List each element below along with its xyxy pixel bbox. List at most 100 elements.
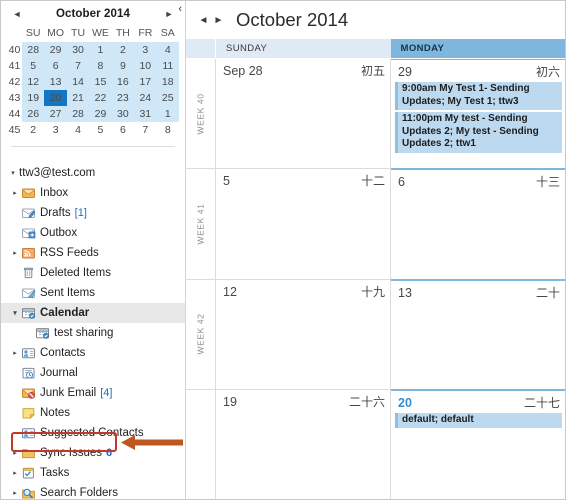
mini-cal-day[interactable]: 5 <box>89 122 112 138</box>
mini-cal-day[interactable]: 4 <box>156 42 179 58</box>
mini-cal-day[interactable]: 29 <box>89 106 112 122</box>
folder-item-contacts[interactable]: ▸ Contacts <box>1 343 185 363</box>
mini-cal-day[interactable]: 7 <box>134 122 157 138</box>
expand-triangle-icon[interactable]: ▸ <box>9 189 21 197</box>
mini-cal-day[interactable]: 29 <box>44 42 67 58</box>
folder-item-inbox[interactable]: ▸ Inbox <box>1 183 185 203</box>
mini-cal-day[interactable]: 20 <box>44 90 67 106</box>
mini-cal-day[interactable]: 30 <box>66 42 90 58</box>
mini-cal-day[interactable]: 6 <box>44 58 67 74</box>
collapse-pane-icon[interactable]: ‹ <box>178 4 182 15</box>
expand-triangle-icon[interactable]: ▾ <box>9 309 21 317</box>
folder-item-sync-issues[interactable]: ▸ Sync Issues 6 <box>1 443 185 463</box>
mini-cal-day[interactable]: 16 <box>111 74 135 90</box>
mini-cal-day[interactable]: 3 <box>134 42 157 58</box>
mini-cal-prev-button[interactable]: ◄ <box>9 6 25 22</box>
expand-triangle-icon[interactable]: ▸ <box>9 449 21 457</box>
expand-spacer-icon: ▸ <box>9 269 21 277</box>
folder-item-search-folders[interactable]: ▸ Search Folders <box>1 483 185 499</box>
calendar-day-cell[interactable]: 6 十三 <box>391 168 565 279</box>
mini-cal-day[interactable]: 30 <box>111 106 135 122</box>
day-cell-header: 19 二十六 <box>216 390 390 411</box>
calendar-day-cell[interactable]: 19 二十六 <box>216 389 391 499</box>
account-node[interactable]: ▾ ttw3@test.com <box>1 163 185 183</box>
mini-cal-day[interactable]: 2 <box>22 122 45 138</box>
lunar-date: 十二 <box>360 174 385 189</box>
mini-cal-day[interactable]: 2 <box>111 42 135 58</box>
mini-cal-day[interactable]: 31 <box>134 106 157 122</box>
mini-cal-day[interactable]: 21 <box>66 90 90 106</box>
calendar-day-cell[interactable]: 5 十二 <box>216 169 391 279</box>
expand-triangle-icon[interactable]: ▸ <box>9 469 21 477</box>
folder-item-drafts[interactable]: ▸ Drafts[1] <box>1 203 185 223</box>
lunar-date: 二十七 <box>523 395 560 410</box>
calendar-day-cell[interactable]: 12 十九 <box>216 279 391 389</box>
mini-cal-day[interactable]: 28 <box>66 106 90 122</box>
appointment-item[interactable]: 9:00am My Test 1- Sending Updates; My Te… <box>395 82 562 110</box>
day-number: 29 <box>398 65 412 79</box>
mini-cal-day[interactable]: 17 <box>134 74 157 90</box>
expand-triangle-icon[interactable]: ▾ <box>7 169 19 177</box>
mini-cal-day[interactable]: 8 <box>156 122 179 138</box>
folder-item-sent-items[interactable]: ▸ Sent Items <box>1 283 185 303</box>
folder-item-tasks[interactable]: ▸ Tasks <box>1 463 185 483</box>
mini-cal-next-button[interactable]: ► <box>161 6 177 22</box>
mini-cal-day[interactable]: 25 <box>156 90 179 106</box>
day-header-monday[interactable]: MONDAY <box>390 39 565 58</box>
expand-triangle-icon[interactable]: ▸ <box>9 249 21 257</box>
mini-cal-day[interactable]: 8 <box>89 58 112 74</box>
appointment-item[interactable]: 11:00pm My test - Sending Updates 2; My … <box>395 112 562 153</box>
mini-cal-day[interactable]: 15 <box>89 74 112 90</box>
folder-item-journal[interactable]: ▸ Journal <box>1 363 185 383</box>
folder-item-rss-feeds[interactable]: ▸ RSS Feeds <box>1 243 185 263</box>
mini-cal-day[interactable]: 6 <box>111 122 135 138</box>
folder-item-outbox[interactable]: ▸ Outbox <box>1 223 185 243</box>
mini-cal-day[interactable]: 11 <box>156 58 179 74</box>
folder-item-label: Drafts <box>40 207 71 219</box>
appointment-item[interactable]: default; default <box>395 412 562 429</box>
mini-cal-week-number: 42 <box>8 76 21 88</box>
folder-item-test-sharing[interactable]: ▸ test sharing <box>1 323 185 343</box>
lunar-date: 二十六 <box>348 394 385 409</box>
mini-cal-day[interactable]: 9 <box>111 58 135 74</box>
mini-cal-day[interactable]: 7 <box>66 58 90 74</box>
mini-cal-day[interactable]: 18 <box>156 74 179 90</box>
folder-item-junk-email[interactable]: ▸ Junk Email[4] <box>1 383 185 403</box>
mini-cal-day[interactable]: 1 <box>89 42 112 58</box>
calendar-day-cell[interactable]: 13 二十 <box>391 278 565 389</box>
calendar-day-headers: SUNDAY MONDAY <box>186 39 565 58</box>
mini-cal-day[interactable]: 22 <box>89 90 112 106</box>
folder-item-calendar[interactable]: ▾ Calendar <box>1 303 185 323</box>
calendar-week-row: WEEK 41 5 十二 6 十三 <box>186 168 565 279</box>
calendar-day-cell[interactable]: Sep 28 初五 <box>216 59 391 169</box>
mini-cal-day[interactable]: 19 <box>22 90 45 106</box>
expand-triangle-icon[interactable]: ▸ <box>9 349 21 357</box>
expand-triangle-icon[interactable]: ▸ <box>9 489 21 497</box>
mini-cal-day[interactable]: 5 <box>22 58 45 74</box>
calendar-prev-button[interactable]: ◄ <box>196 10 211 30</box>
mini-cal-day[interactable]: 3 <box>44 122 67 138</box>
calendar-toolbar: ◄ ► October 2014 <box>186 1 565 39</box>
folder-item-deleted-items[interactable]: ▸ Deleted Items <box>1 263 185 283</box>
mini-cal-day[interactable]: 24 <box>134 90 157 106</box>
calendar-day-cell[interactable]: 29 初六 9:00am My Test 1- Sending Updates; M… <box>391 59 565 169</box>
mini-cal-day[interactable]: 26 <box>22 106 45 122</box>
mini-cal-day[interactable]: 4 <box>66 122 90 138</box>
mini-cal-day[interactable]: 14 <box>66 74 90 90</box>
mini-cal-day[interactable]: 1 <box>156 106 179 122</box>
day-cell-header: 6 十三 <box>391 170 565 191</box>
expand-spacer-icon: ▸ <box>9 409 21 417</box>
folder-item-notes[interactable]: ▸ Notes <box>1 403 185 423</box>
mini-cal-day[interactable]: 27 <box>44 106 67 122</box>
mini-cal-week-number: 43 <box>8 92 21 104</box>
calendar-day-cell[interactable]: 20 二十七 default; default <box>391 388 565 499</box>
day-header-sunday[interactable]: SUNDAY <box>216 39 391 58</box>
mini-cal-day[interactable]: 23 <box>111 90 135 106</box>
mini-cal-day[interactable]: 13 <box>44 74 67 90</box>
day-number: Sep 28 <box>223 64 263 78</box>
mini-cal-day[interactable]: 12 <box>22 74 45 90</box>
folder-item-suggested-contacts[interactable]: ▸ Suggested Contacts <box>1 423 185 443</box>
mini-cal-day[interactable]: 10 <box>134 58 157 74</box>
calendar-next-button[interactable]: ► <box>211 10 226 30</box>
mini-cal-day[interactable]: 28 <box>22 42 45 58</box>
